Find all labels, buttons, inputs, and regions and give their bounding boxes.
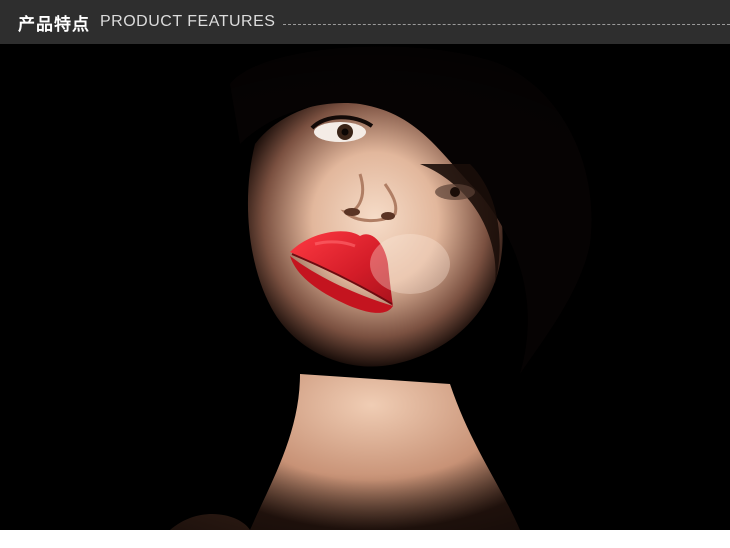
hero-portrait-image	[0, 44, 730, 530]
portrait-illustration	[0, 44, 730, 530]
header-dashed-divider	[283, 23, 730, 25]
section-title-cn: 产品特点	[18, 14, 90, 35]
bottom-white-strip	[0, 530, 730, 548]
section-title-en: PRODUCT FEATURES	[100, 13, 276, 30]
section-header: 产品特点 PRODUCT FEATURES	[0, 0, 730, 44]
